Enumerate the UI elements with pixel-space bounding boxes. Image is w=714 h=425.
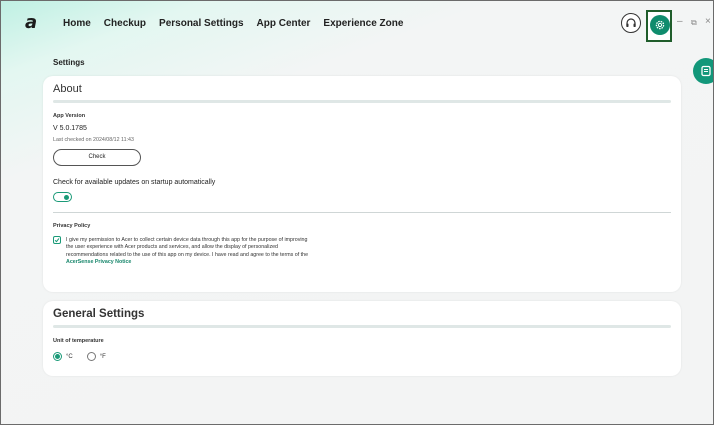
privacy-consent-text: I give my permission to Acer to collect … (66, 237, 311, 266)
radio-dot (55, 354, 60, 359)
privacy-notice-link[interactable]: AcerSense Privacy Notice (66, 259, 311, 266)
nav-checkup[interactable]: Checkup (104, 17, 146, 31)
fahrenheit-label: °F (99, 353, 106, 360)
main-nav: Home Checkup Personal Settings App Cente… (63, 17, 416, 31)
section-divider (53, 212, 671, 213)
acer-logo: a (25, 12, 38, 33)
temperature-unit-options: °C °F (53, 352, 120, 361)
fahrenheit-radio[interactable] (86, 352, 96, 361)
app-version-value: V 5.0.1785 (53, 125, 87, 132)
app-window: a Home Checkup Personal Settings App Cen… (0, 0, 714, 425)
document-icon (701, 65, 711, 77)
restore-button[interactable]: ⧉ (691, 16, 697, 30)
headset-icon (626, 18, 636, 27)
celsius-label: °C (66, 353, 73, 360)
last-checked-text: Last checked on 2024/08/12 11:43 (53, 137, 134, 143)
temperature-unit-label: Unit of temperature (53, 338, 104, 344)
celsius-radio[interactable] (53, 352, 62, 361)
check-updates-button[interactable]: Check (53, 149, 141, 166)
gear-icon (655, 20, 665, 30)
general-settings-card: General Settings Unit of temperature °C … (43, 301, 681, 376)
privacy-consent-checkbox[interactable] (53, 236, 61, 244)
checkmark-icon (54, 238, 60, 243)
close-button[interactable]: × (705, 15, 711, 29)
about-title: About (53, 83, 82, 95)
privacy-consent-body: I give my permission to Acer to collect … (66, 237, 309, 258)
nav-personal-settings[interactable]: Personal Settings (159, 17, 243, 31)
minimize-button[interactable]: – (677, 15, 683, 29)
nav-experience-zone[interactable]: Experience Zone (323, 17, 403, 31)
about-card: About App Version V 5.0.1785 Last checke… (43, 76, 681, 292)
app-version-label: App Version (53, 113, 86, 119)
toggle-knob (64, 194, 69, 200)
auto-update-label: Check for available updates on startup a… (53, 179, 216, 186)
nav-app-center[interactable]: App Center (257, 17, 311, 31)
general-title-rule (53, 325, 671, 328)
page-title: Settings (53, 58, 85, 67)
general-settings-title: General Settings (53, 308, 145, 320)
about-title-rule (53, 100, 671, 103)
settings-button[interactable] (650, 15, 670, 35)
privacy-policy-label: Privacy Policy (53, 223, 91, 229)
settings-button-highlight (646, 10, 672, 42)
support-button[interactable] (621, 13, 641, 33)
side-panel-button[interactable] (693, 58, 713, 84)
auto-update-toggle[interactable] (53, 192, 72, 202)
nav-home[interactable]: Home (63, 17, 91, 31)
